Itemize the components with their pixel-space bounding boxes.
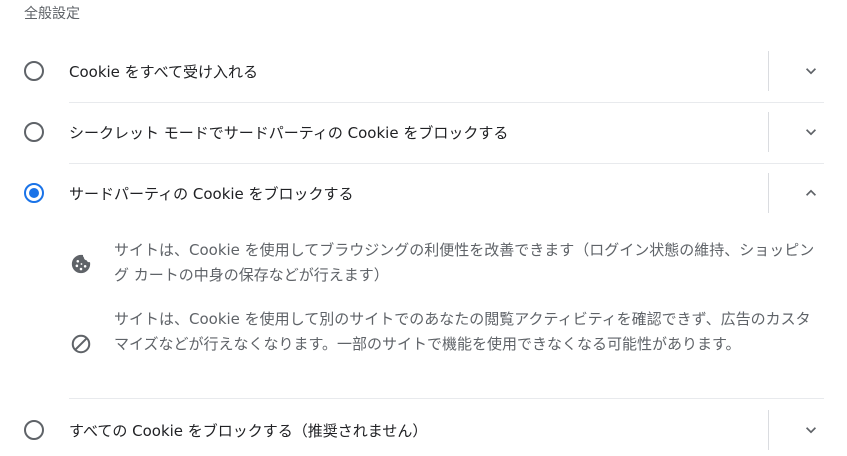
cookie-option-block-third-party[interactable]: サードパーティの Cookie をブロックする bbox=[0, 173, 824, 213]
radio-block-third-party[interactable] bbox=[24, 183, 44, 203]
row-divider bbox=[69, 398, 824, 399]
chevron-down-icon[interactable] bbox=[801, 122, 821, 142]
chevron-down-icon[interactable] bbox=[801, 420, 821, 440]
radio-allow-all[interactable] bbox=[24, 61, 44, 81]
row-divider bbox=[69, 163, 824, 164]
section-title: 全般設定 bbox=[24, 6, 80, 22]
chevron-up-icon[interactable] bbox=[801, 183, 821, 203]
vertical-divider bbox=[768, 51, 769, 91]
vertical-divider bbox=[768, 112, 769, 152]
option-label-block-third-party: サードパーティの Cookie をブロックする bbox=[69, 185, 354, 203]
option-label-block-all: すべての Cookie をブロックする（推奨されません） bbox=[69, 422, 428, 440]
detail-text-block: サイトは、Cookie を使用して別のサイトでのあなたの閲覧アクティビティを確認… bbox=[114, 310, 811, 353]
radio-block-third-party-incognito[interactable] bbox=[24, 122, 44, 142]
chevron-down-icon[interactable] bbox=[801, 61, 821, 81]
vertical-divider bbox=[768, 410, 769, 450]
option-label-block-third-party-incognito: シークレット モードでサードパーティの Cookie をブロックする bbox=[69, 124, 509, 142]
radio-block-all[interactable] bbox=[24, 420, 44, 440]
option-label-allow-all: Cookie をすべて受け入れる bbox=[69, 63, 259, 81]
detail-text-cookie: サイトは、Cookie を使用してブラウジングの利便性を改善できます（ログイン状… bbox=[114, 241, 815, 284]
cookie-option-block-third-party-incognito[interactable]: シークレット モードでサードパーティの Cookie をブロックする bbox=[0, 112, 824, 152]
block-icon bbox=[71, 334, 91, 354]
vertical-divider bbox=[768, 173, 769, 213]
cookie-option-block-all[interactable]: すべての Cookie をブロックする（推奨されません） bbox=[0, 410, 824, 450]
row-divider bbox=[69, 102, 824, 103]
cookie-option-allow-all[interactable]: Cookie をすべて受け入れる bbox=[0, 51, 824, 91]
cookie-icon bbox=[71, 254, 91, 274]
